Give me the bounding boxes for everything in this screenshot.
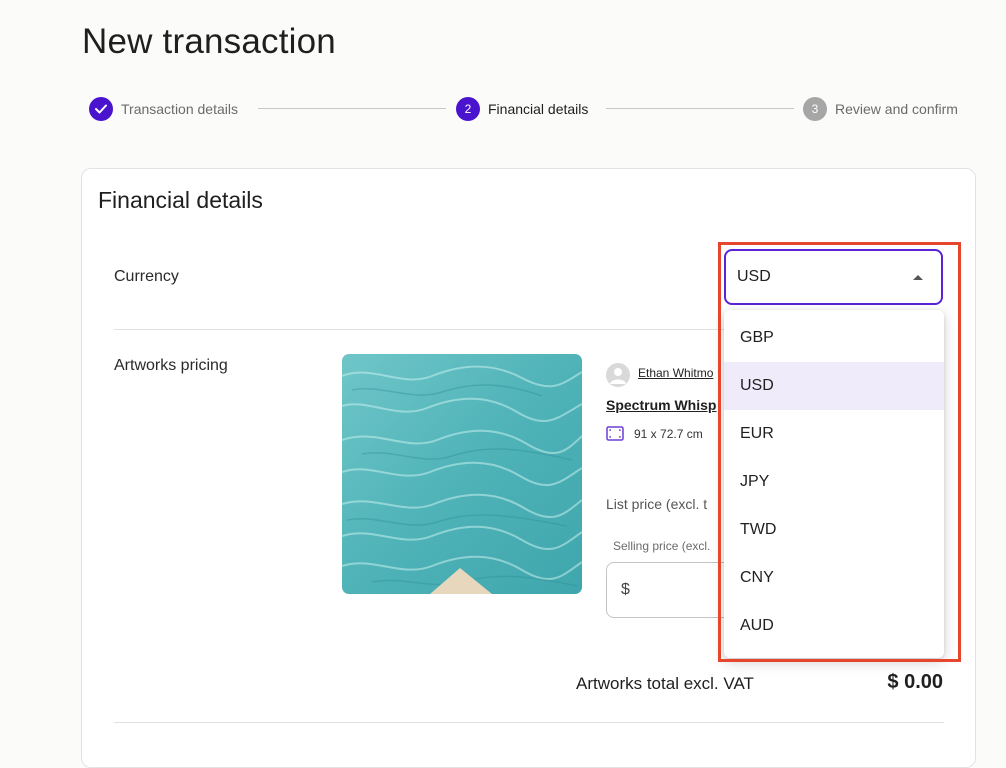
artwork-title-link[interactable]: Spectrum Whisp [606,397,716,413]
divider [114,722,944,723]
currency-option-aud[interactable]: AUD [724,602,944,650]
currency-option-eur[interactable]: EUR [724,410,944,458]
step-number: 2 [456,97,480,121]
step-transaction-details[interactable]: Transaction details [89,96,238,122]
list-price-label: List price (excl. t [606,496,708,512]
artworks-total-value: $ 0.00 [887,671,943,693]
currency-select[interactable]: USD [724,249,943,305]
artworks-total-label: Artworks total excl. VAT [576,674,754,693]
caret-up-icon [913,275,923,280]
selling-price-label: Selling price (excl. [610,539,714,553]
avatar [606,363,630,387]
step-connector [258,108,446,109]
artworks-pricing-label: Artworks pricing [114,357,228,374]
currency-label: Currency [114,268,179,285]
currency-option-twd[interactable]: TWD [724,506,944,554]
currency-option-jpy[interactable]: JPY [724,458,944,506]
currency-option-usd[interactable]: USD [724,362,944,410]
page-title: New transaction [82,22,336,61]
step-financial-details[interactable]: 2 Financial details [456,96,588,122]
step-label: Review and confirm [835,101,958,117]
currency-prefix: $ [621,581,630,598]
currency-select-value: USD [737,268,771,285]
artwork-dimensions: 91 x 72.7 cm [634,427,703,441]
currency-option-gbp[interactable]: GBP [724,314,944,362]
dimensions-icon [606,426,624,441]
artist-name-link[interactable]: Ethan Whitmo [638,366,713,380]
step-label: Transaction details [121,101,238,117]
stepper: Transaction details 2 Financial details … [0,96,1006,122]
step-connector [606,108,794,109]
step-number: 3 [803,97,827,121]
card-title: Financial details [98,187,263,213]
artwork-thumbnail[interactable] [342,354,582,594]
currency-option-cny[interactable]: CNY [724,554,944,602]
currency-dropdown-menu: GBP USD EUR JPY TWD CNY AUD [724,310,944,658]
step-review-confirm[interactable]: 3 Review and confirm [803,96,958,122]
check-icon [89,97,113,121]
step-label: Financial details [488,101,589,117]
